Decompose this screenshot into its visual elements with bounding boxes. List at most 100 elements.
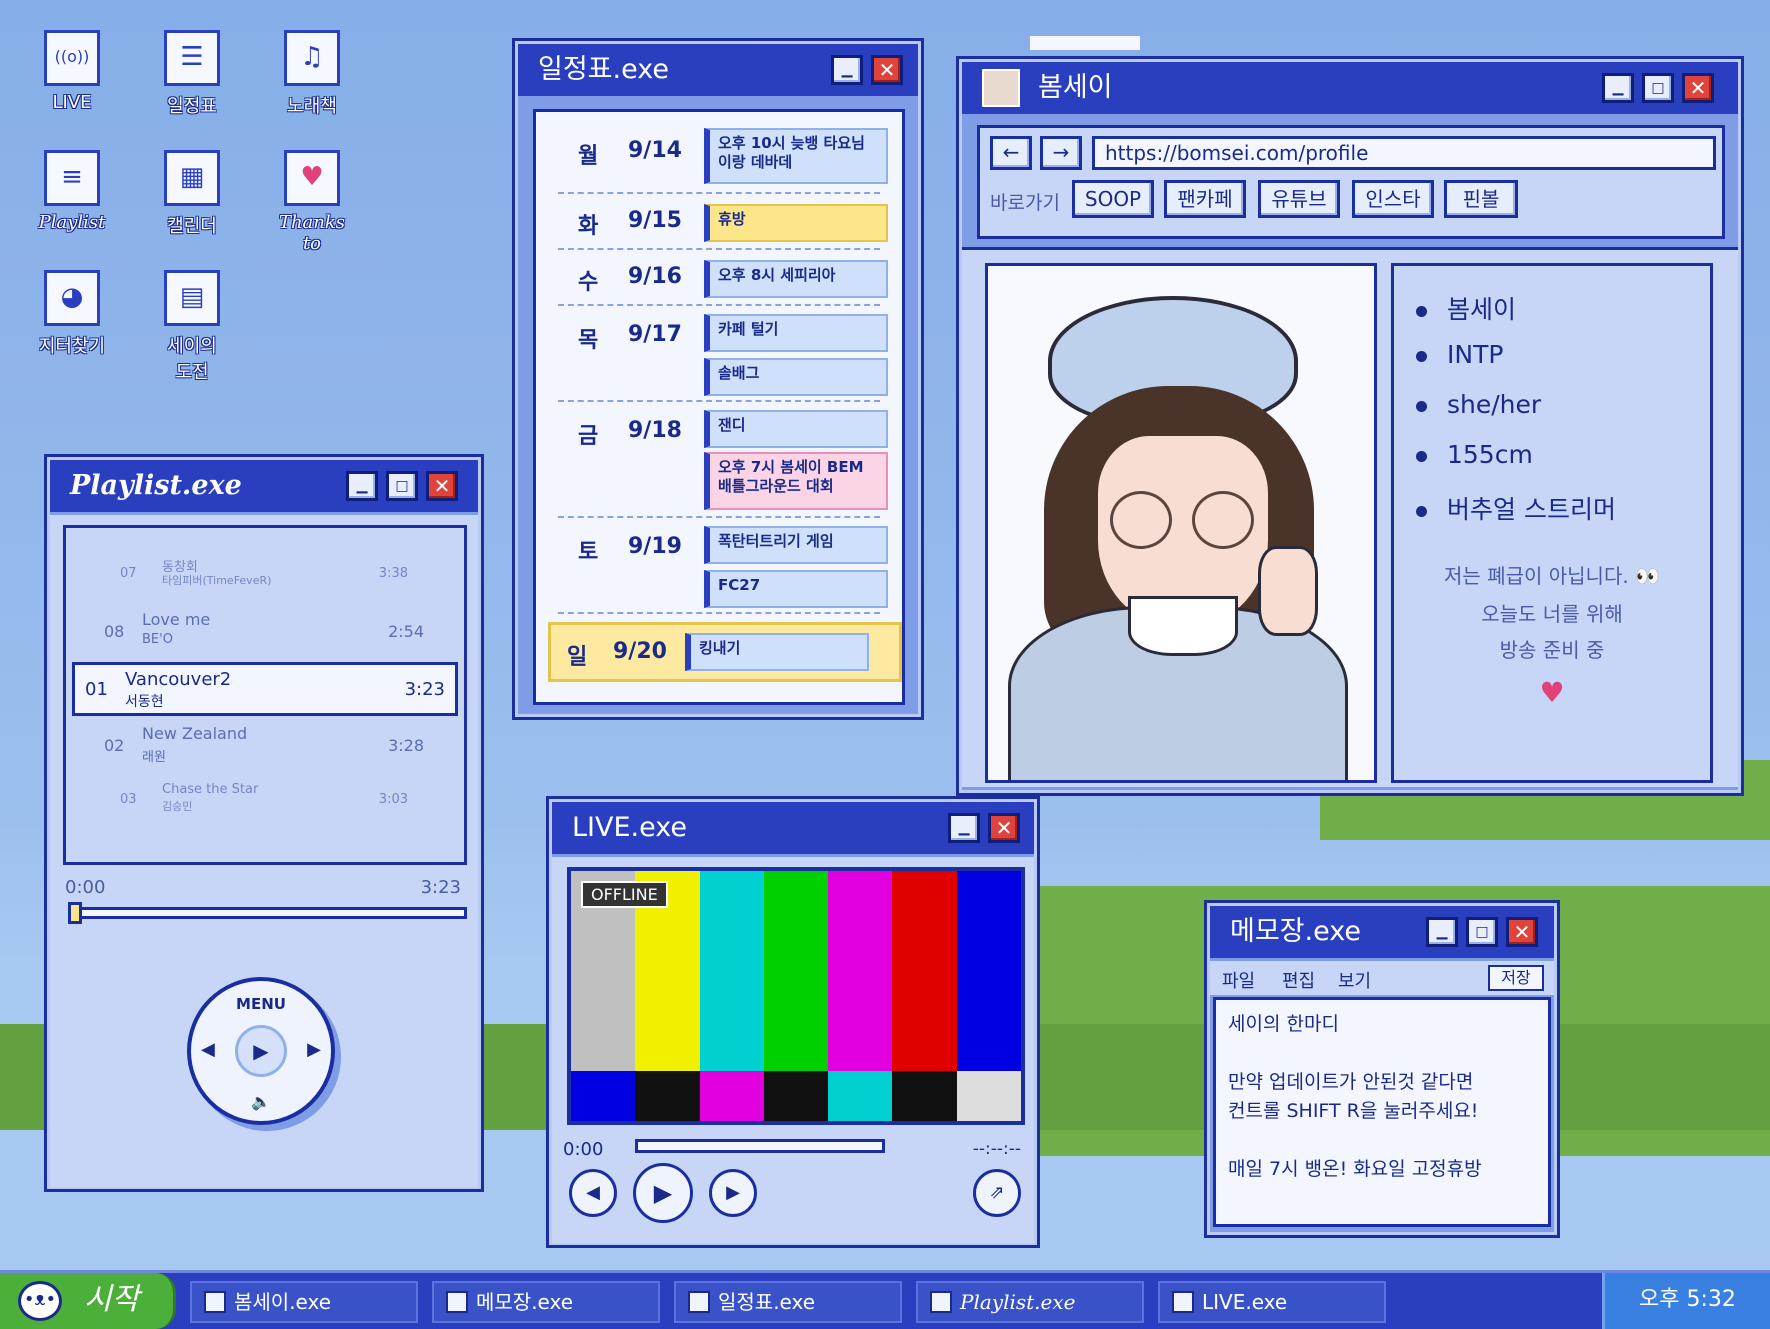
close-button[interactable]: ✕	[871, 55, 903, 85]
schedule-event[interactable]: 오후 10시 늦뱅 타요님이랑 데바데	[704, 128, 888, 184]
schedule-titlebar[interactable]: 일정표.exe ▁ ✕	[518, 44, 918, 96]
memo-titlebar[interactable]: 메모장.exe ▁ □ ✕	[1210, 906, 1554, 958]
shortcut-pinball[interactable]: 핀볼	[1444, 180, 1518, 218]
desktop-icon-thanks[interactable]: ♥ Thanks to	[252, 150, 372, 254]
schedule-event[interactable]: 킹내기	[685, 633, 869, 671]
shortcut-fancafe[interactable]: 팬카페	[1164, 180, 1246, 218]
system-clock[interactable]: 오후 5:32	[1602, 1273, 1770, 1329]
volume-icon[interactable]: 🔈	[191, 1092, 331, 1111]
desktop-icon-calendar[interactable]: ▦ 캘린더	[132, 150, 252, 238]
memo-text-area[interactable]: 세이의 한마디 만약 업데이트가 안된것 같다면 컨트롤 SHIFT R을 눌러…	[1213, 997, 1551, 1227]
menu-view[interactable]: 보기	[1338, 967, 1371, 993]
desktop-icon-find[interactable]: ◕ 지터찾기	[12, 270, 132, 358]
track-row[interactable]: 07 동창회 타임피버(TimeFeveR) 3:38	[76, 556, 454, 598]
character-portrait	[985, 263, 1377, 783]
minimize-button[interactable]: ▁	[948, 813, 980, 843]
desktop-icon-songbook[interactable]: ♫ 노래책	[252, 30, 372, 118]
popout-button[interactable]: ⇗	[973, 1169, 1021, 1217]
fact-item: 155cm	[1416, 440, 1533, 469]
track-row[interactable]: 03 Chase the Star 김승민 3:03	[76, 782, 454, 824]
taskbar-item-schedule[interactable]: 일정표.exe	[674, 1281, 902, 1323]
minimize-button[interactable]: ▁	[346, 471, 378, 501]
schedule-event[interactable]: 오후 7시 봄세이 BEM 배틀그라운드 대회	[704, 452, 888, 510]
schedule-event[interactable]: 잰디	[704, 410, 888, 448]
play-button[interactable]: ▶	[235, 1025, 287, 1077]
schedule-row: 토 9/19 폭탄터트리기 게임 FC27	[558, 518, 888, 614]
desktop-icon-challenge[interactable]: ▤ 세이의 도전	[132, 270, 252, 384]
schedule-event[interactable]: 솔배그	[704, 358, 888, 396]
previous-icon[interactable]: ◀	[201, 1039, 215, 1060]
dog-icon: ◕	[44, 270, 100, 326]
shortcut-label: 바로가기	[990, 192, 1060, 214]
memo-line: 컨트롤 SHIFT R을 눌러주세요!	[1228, 1100, 1479, 1122]
previous-button[interactable]: ◀	[569, 1169, 617, 1217]
desktop-icon-playlist[interactable]: ≡ Playlist	[12, 150, 132, 233]
click-wheel[interactable]: MENU ◀ ▶ ▶ 🔈	[187, 977, 335, 1125]
track-list: 07 동창회 타임피버(TimeFeveR) 3:38 08 Love me B…	[63, 525, 467, 865]
schedule-day: 화	[578, 214, 599, 239]
seek-handle[interactable]	[68, 902, 82, 924]
video-screen[interactable]: OFFLINE	[567, 867, 1025, 1125]
schedule-event[interactable]: 폭탄터트리기 게임	[704, 526, 888, 564]
track-row-selected[interactable]: 01 Vancouver2 서동현 3:23	[72, 662, 458, 716]
schedule-event[interactable]: 카페 털기	[704, 314, 888, 352]
window-title: 봄세이	[1038, 72, 1113, 103]
minimize-button[interactable]: ▁	[831, 55, 863, 85]
next-button[interactable]: ▶	[709, 1169, 757, 1217]
schedule-date: 9/19	[628, 534, 682, 559]
color-bar-bottom	[699, 1071, 764, 1121]
maximize-button[interactable]: □	[1466, 917, 1498, 947]
schedule-row: 월 9/14 오후 10시 늦뱅 타요님이랑 데바데	[558, 112, 888, 194]
shortcut-youtube[interactable]: 유튜브	[1258, 180, 1340, 218]
color-bar	[699, 871, 764, 1071]
back-button[interactable]: ←	[990, 136, 1032, 170]
profile-window: 봄세이 ▁ □ ✕ ← → https://bomsei.com/profile…	[956, 56, 1744, 796]
menu-edit[interactable]: 편집	[1282, 967, 1315, 993]
desktop-icon-schedule[interactable]: ☰ 일정표	[132, 30, 252, 118]
schedule-row: 수 9/16 오후 8시 세피리아	[558, 250, 888, 306]
track-number: 02	[104, 736, 125, 755]
live-titlebar[interactable]: LIVE.exe ▁ ✕	[552, 802, 1034, 854]
live-progress-bar[interactable]	[635, 1139, 885, 1153]
schedule-event[interactable]: 휴방	[704, 204, 888, 242]
taskbar-item-live[interactable]: LIVE.exe	[1158, 1281, 1386, 1323]
menu-file[interactable]: 파일	[1222, 967, 1255, 993]
shortcut-soop[interactable]: SOOP	[1072, 180, 1154, 218]
taskbar-item-profile[interactable]: 봄세이.exe	[190, 1281, 418, 1323]
schedule-day: 목	[578, 328, 599, 353]
cloud	[1030, 36, 1140, 50]
start-button[interactable]: •ᴥ• 시작	[0, 1273, 176, 1329]
play-button[interactable]: ▶	[633, 1163, 693, 1223]
track-number: 07	[120, 566, 137, 581]
minimize-button[interactable]: ▁	[1426, 917, 1458, 947]
desktop-icon-live[interactable]: ((o)) LIVE	[12, 30, 132, 113]
track-title: Love me	[142, 610, 211, 629]
maximize-button[interactable]: □	[386, 471, 418, 501]
schedule-event[interactable]: 오후 8시 세피리아	[704, 260, 888, 298]
shortcut-instagram[interactable]: 인스타	[1352, 180, 1434, 218]
avatar	[982, 69, 1020, 107]
taskbar-item-playlist[interactable]: Playlist.exe	[916, 1281, 1144, 1323]
close-button[interactable]: ✕	[426, 471, 458, 501]
schedule-day: 토	[578, 540, 599, 565]
profile-titlebar[interactable]: 봄세이 ▁ □ ✕	[962, 62, 1738, 114]
playlist-titlebar[interactable]: Playlist.exe ▁ □ ✕	[50, 460, 478, 512]
save-button[interactable]: 저장	[1488, 965, 1544, 991]
menu-label[interactable]: MENU	[191, 995, 331, 1013]
close-button[interactable]: ✕	[1506, 917, 1538, 947]
url-bar[interactable]: https://bomsei.com/profile	[1092, 136, 1716, 170]
maximize-button[interactable]: □	[1642, 73, 1674, 103]
close-button[interactable]: ✕	[988, 813, 1020, 843]
track-row[interactable]: 02 New Zealand 래원 3:28	[76, 724, 454, 768]
playlist-window: Playlist.exe ▁ □ ✕ 07 동창회 타임피버(TimeFeveR…	[44, 454, 484, 1192]
schedule-event[interactable]: FC27	[704, 570, 888, 608]
color-bar-bottom	[763, 1071, 829, 1121]
forward-button[interactable]: →	[1040, 136, 1082, 170]
track-row[interactable]: 08 Love me BE'O 2:54	[76, 610, 454, 654]
taskbar-item-memo[interactable]: 메모장.exe	[432, 1281, 660, 1323]
close-button[interactable]: ✕	[1682, 73, 1714, 103]
minimize-button[interactable]: ▁	[1602, 73, 1634, 103]
next-icon[interactable]: ▶	[307, 1039, 321, 1060]
seek-bar[interactable]	[68, 902, 467, 924]
track-duration: 3:38	[378, 566, 408, 581]
